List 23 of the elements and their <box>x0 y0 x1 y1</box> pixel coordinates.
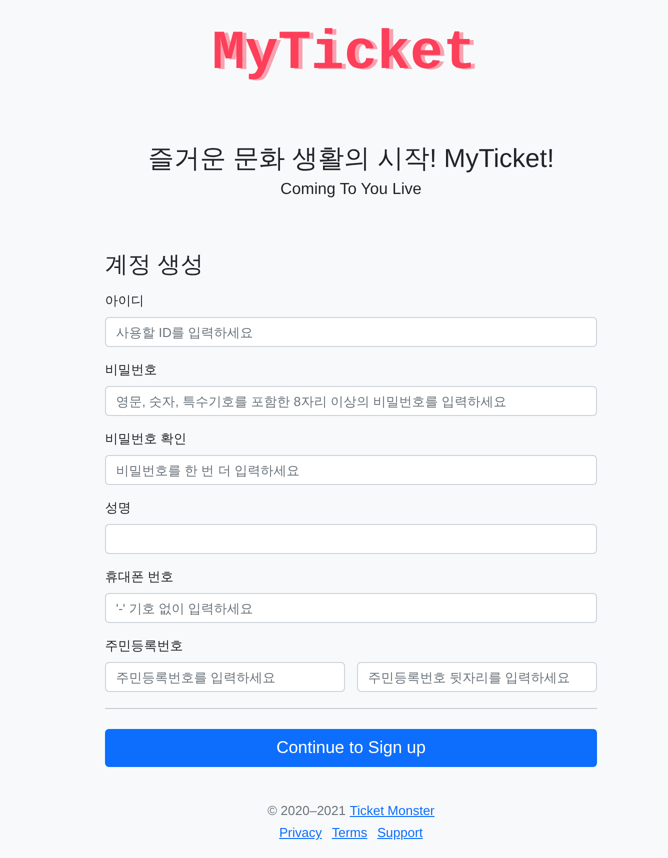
footer-link[interactable]: Terms <box>332 823 368 843</box>
field-label: 성명 <box>105 499 131 517</box>
input-field[interactable]: 주민등록번호를 입력하세요 <box>105 662 345 692</box>
field-label: 주민등록번호 <box>105 637 183 655</box>
copyright-text: © 2020–2021 <box>267 802 346 820</box>
field-label: 휴대폰 번호 <box>105 568 174 586</box>
footer-link[interactable]: Support <box>377 823 423 843</box>
page-title: 즐거운 문화 생활의 시작! MyTicket! <box>148 142 554 175</box>
field-label: 아이디 <box>105 292 144 310</box>
input-field[interactable]: 사용할 ID를 입력하세요 <box>105 317 597 347</box>
input-field[interactable]: '-' 기호 없이 입력하세요 <box>105 593 597 623</box>
page-subtitle: Coming To You Live <box>280 180 422 200</box>
input-field[interactable]: 영문, 숫자, 특수기호를 포함한 8자리 이상의 비밀번호를 입력하세요 <box>105 386 597 416</box>
sign-up-button[interactable]: Continue to Sign up <box>105 729 597 767</box>
input-field[interactable]: 비밀번호를 한 번 더 입력하세요 <box>105 455 597 485</box>
logo: MyTicket <box>212 24 476 84</box>
input-field[interactable] <box>105 524 597 554</box>
owner-link[interactable]: Ticket Monster <box>350 801 435 821</box>
footer-link[interactable]: Privacy <box>279 823 322 843</box>
input-field[interactable]: 주민등록번호 뒷자리를 입력하세요 <box>357 662 597 692</box>
field-label: 비밀번호 <box>105 361 157 379</box>
field-label: 비밀번호 확인 <box>105 430 187 448</box>
form-title: 계정 생성 <box>105 250 204 279</box>
